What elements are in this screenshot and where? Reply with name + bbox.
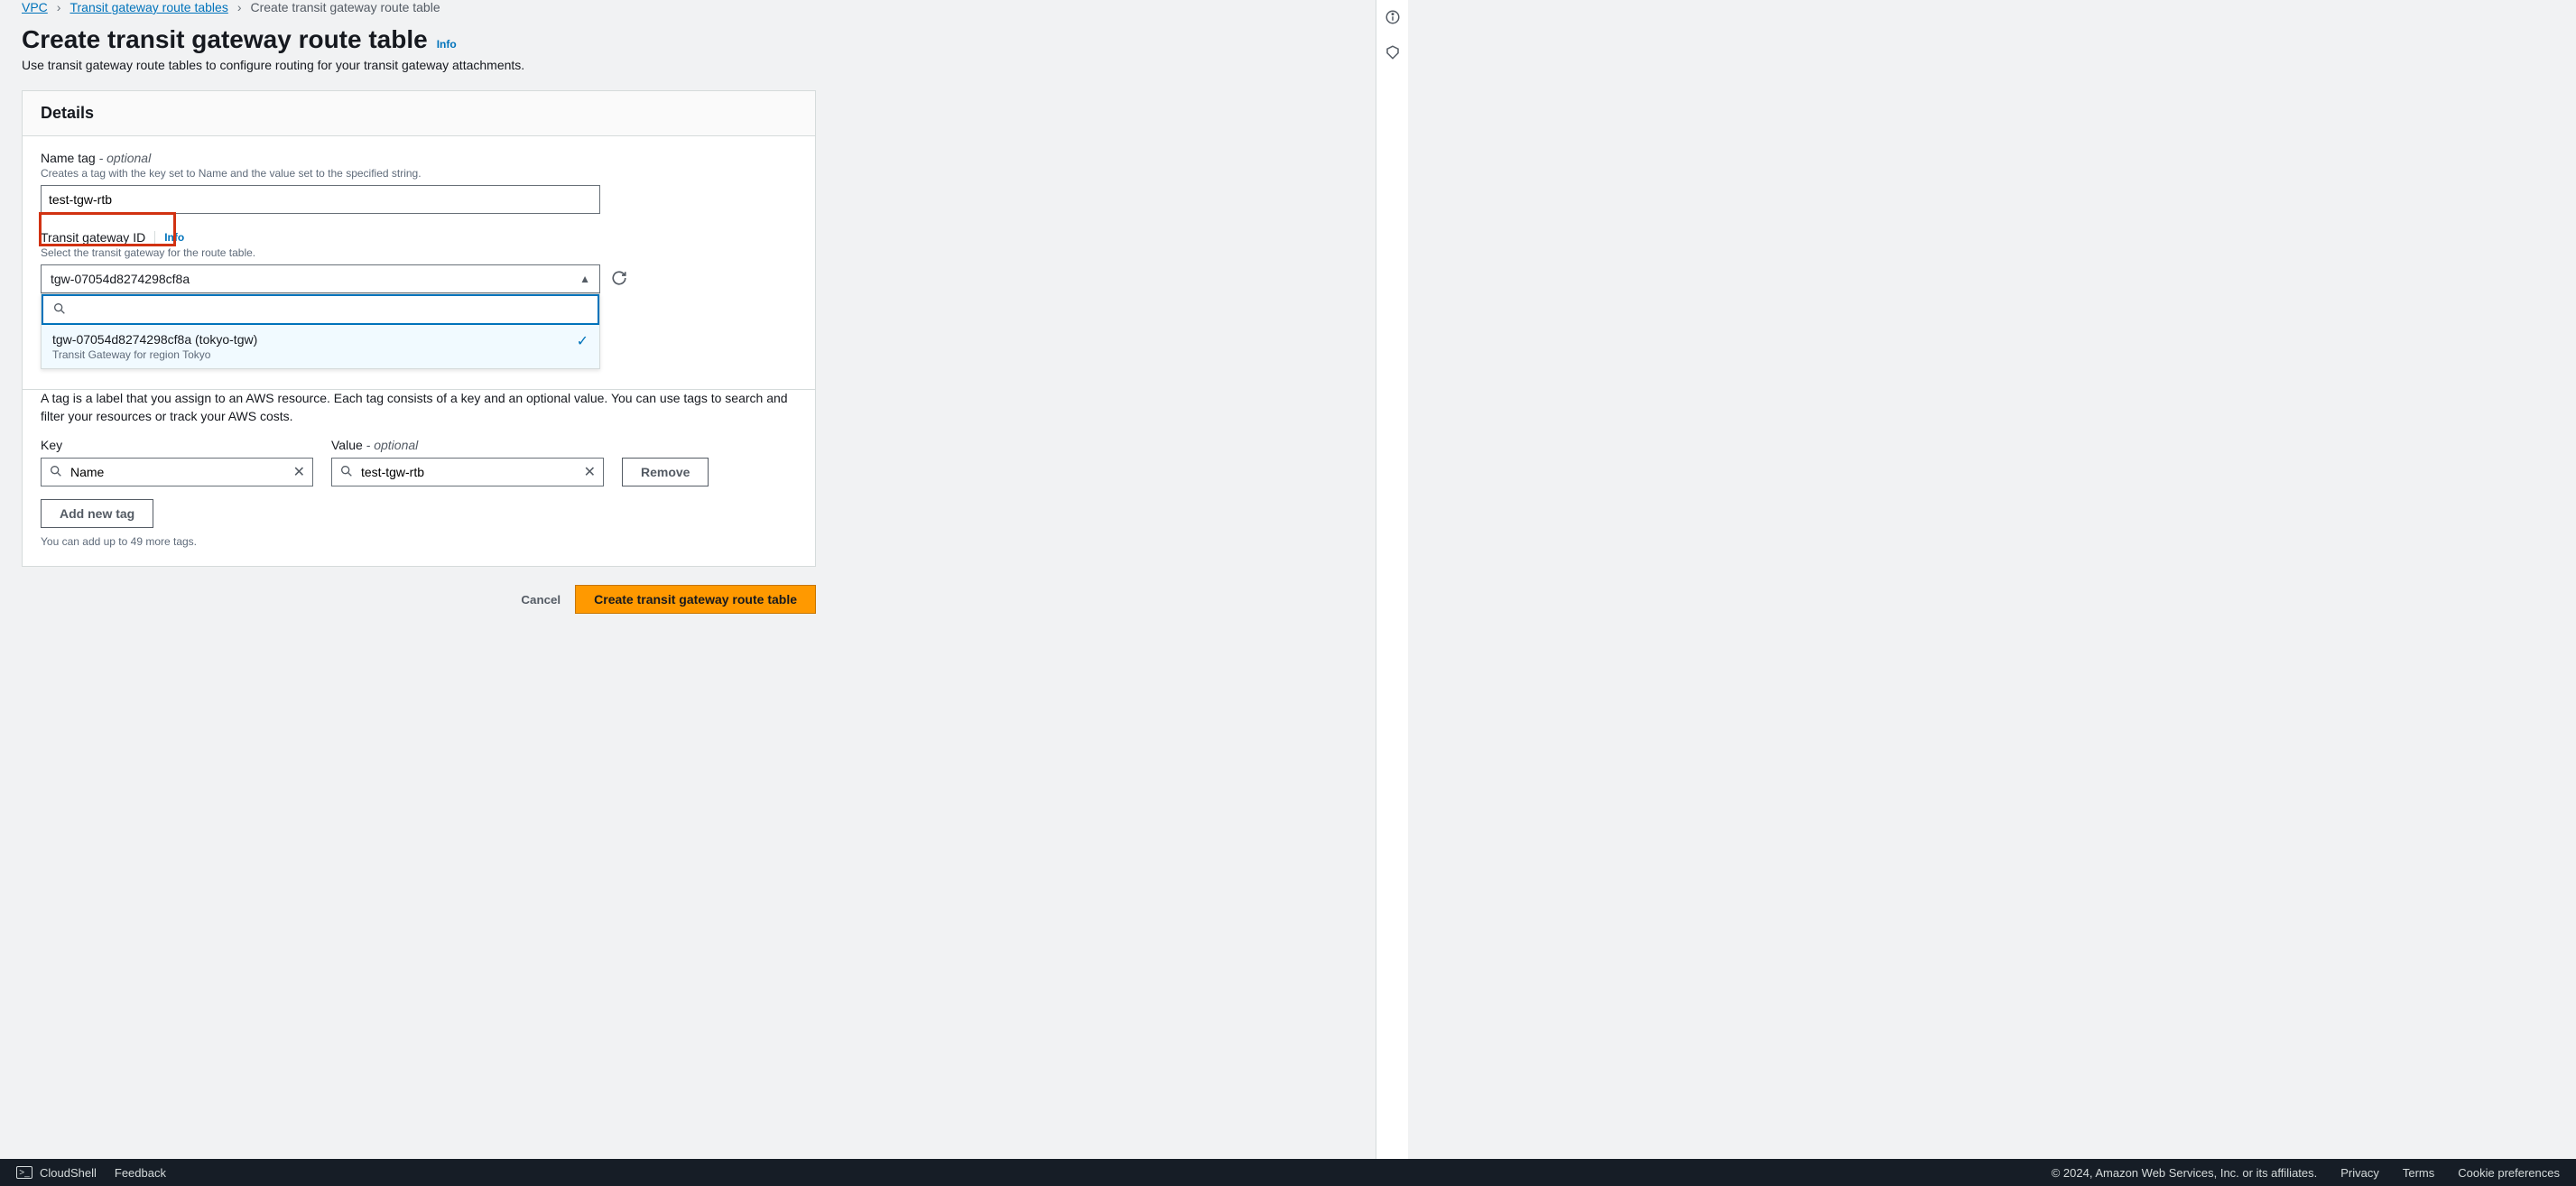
cancel-button[interactable]: Cancel	[521, 593, 561, 607]
search-icon	[49, 464, 63, 481]
tgw-dropdown: tgw-07054d8274298cf8a (tokyo-tgw) Transi…	[41, 293, 600, 369]
page-description: Use transit gateway route tables to conf…	[22, 58, 1354, 72]
info-icon[interactable]	[1385, 9, 1401, 28]
chevron-right-icon: ›	[57, 0, 61, 14]
feedback-link[interactable]: Feedback	[115, 1166, 166, 1180]
tag-key-input-wrap[interactable]: ✕	[41, 458, 313, 486]
tgw-select[interactable]: tgw-07054d8274298cf8a ▲	[41, 264, 600, 293]
divider	[154, 231, 155, 244]
copyright-text: © 2024, Amazon Web Services, Inc. or its…	[2052, 1166, 2318, 1180]
tag-key-input[interactable]	[70, 465, 285, 479]
add-tag-button[interactable]: Add new tag	[41, 499, 153, 528]
page-title: Create transit gateway route table	[22, 25, 428, 54]
privacy-link[interactable]: Privacy	[2340, 1166, 2379, 1180]
tag-value-label: Value - optional	[331, 438, 604, 452]
name-tag-label: Name tag - optional	[41, 151, 797, 165]
name-tag-input[interactable]	[41, 185, 600, 214]
chevron-right-icon: ›	[237, 0, 242, 14]
tgw-dropdown-search-input[interactable]	[74, 302, 588, 317]
clear-icon[interactable]: ✕	[293, 463, 305, 481]
breadcrumb-vpc[interactable]: VPC	[22, 0, 48, 14]
breadcrumb-route-tables[interactable]: Transit gateway route tables	[69, 0, 227, 14]
form-actions: Cancel Create transit gateway route tabl…	[22, 585, 816, 614]
caret-up-icon: ▲	[579, 273, 590, 285]
security-icon[interactable]	[1385, 44, 1401, 63]
right-rail	[1376, 0, 1408, 1159]
details-header: Details	[23, 91, 815, 136]
tgw-dropdown-search[interactable]	[42, 294, 599, 325]
footer: >_ CloudShell Feedback © 2024, Amazon We…	[0, 1159, 2576, 1186]
tags-panel: A tag is a label that you assign to an A…	[22, 390, 816, 567]
tag-value-input[interactable]	[361, 465, 576, 479]
tag-key-label: Key	[41, 438, 313, 452]
cookie-preferences-link[interactable]: Cookie preferences	[2458, 1166, 2560, 1180]
create-button[interactable]: Create transit gateway route table	[575, 585, 816, 614]
refresh-button[interactable]	[611, 270, 627, 289]
option-label: tgw-07054d8274298cf8a (tokyo-tgw)	[52, 332, 257, 347]
details-panel: Details Name tag - optional Creates a ta…	[22, 90, 816, 390]
name-tag-hint: Creates a tag with the key set to Name a…	[41, 167, 797, 180]
terms-link[interactable]: Terms	[2403, 1166, 2434, 1180]
tags-description: A tag is a label that you assign to an A…	[41, 390, 797, 425]
tgw-dropdown-option[interactable]: tgw-07054d8274298cf8a (tokyo-tgw) Transi…	[42, 325, 599, 368]
tag-limit-text: You can add up to 49 more tags.	[41, 535, 797, 548]
breadcrumb: VPC › Transit gateway route tables › Cre…	[22, 0, 1354, 18]
breadcrumb-current: Create transit gateway route table	[251, 0, 440, 14]
check-icon: ✓	[577, 332, 588, 350]
tgw-info-link[interactable]: Info	[164, 231, 184, 244]
option-description: Transit Gateway for region Tokyo	[52, 348, 257, 361]
cloudshell-button[interactable]: >_ CloudShell	[16, 1166, 97, 1180]
cloudshell-icon: >_	[16, 1166, 32, 1179]
tag-value-input-wrap[interactable]: ✕	[331, 458, 604, 486]
tgw-selected-value: tgw-07054d8274298cf8a	[51, 272, 190, 286]
info-link[interactable]: Info	[437, 38, 457, 51]
clear-icon[interactable]: ✕	[584, 463, 596, 481]
remove-tag-button[interactable]: Remove	[622, 458, 709, 486]
tgw-id-hint: Select the transit gateway for the route…	[41, 246, 797, 259]
tgw-id-label: Transit gateway ID	[41, 230, 145, 245]
search-icon	[339, 464, 354, 481]
search-icon	[52, 301, 67, 319]
